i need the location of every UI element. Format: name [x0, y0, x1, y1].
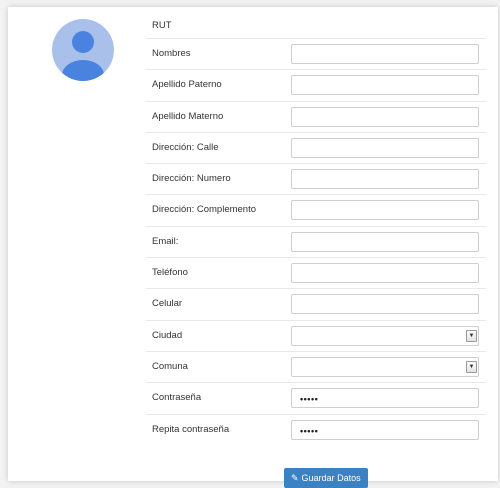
form-row-comuna: Comuna ▼ — [146, 350, 486, 382]
avatar — [52, 19, 114, 81]
select-comuna[interactable]: ▼ — [291, 356, 479, 377]
form-row-apellido-paterno: Apellido Paterno — [146, 69, 486, 100]
field-label-direccion-calle: Dirección: Calle — [152, 141, 219, 153]
form-row-contrasena: Contraseña ••••• — [146, 382, 486, 413]
field-label-email: Email: — [152, 235, 179, 247]
save-data-button[interactable]: ✎ Guardar Datos — [284, 468, 368, 488]
input-direccion-complemento[interactable] — [291, 200, 479, 221]
field-label-direccion-complemento: Dirección: Complemento — [152, 204, 257, 216]
form-row-apellido-materno: Apellido Materno — [146, 100, 486, 132]
form-row-direccion-complemento: Dirección: Complemento — [146, 194, 486, 225]
save-data-label: Guardar Datos — [301, 473, 361, 483]
chevron-down-icon[interactable]: ▼ — [466, 329, 477, 342]
form-row-celular: Celular — [146, 288, 486, 319]
input-telefono[interactable] — [291, 263, 479, 284]
user-silhouette-icon — [62, 31, 104, 81]
field-label-telefono: Teléfono — [152, 267, 188, 279]
field-label-apellido-paterno: Apellido Paterno — [152, 79, 222, 91]
chevron-down-icon[interactable]: ▼ — [466, 360, 477, 373]
field-label-celular: Celular — [152, 298, 183, 310]
input-contrasena[interactable]: ••••• — [291, 388, 479, 409]
field-label-direccion-numero: Dirección: Numero — [152, 173, 231, 185]
profile-form: RUT Nombres Apellido Paterno Apellido Mater… — [146, 14, 486, 445]
field-label-rut: RUT — [152, 20, 172, 31]
form-row-repita-contrasena: Repita contraseña ••••• — [146, 413, 486, 445]
field-label-comuna: Comuna — [152, 360, 188, 372]
form-row-direccion-numero: Dirección: Numero — [146, 163, 486, 194]
input-repita-contrasena[interactable]: ••••• — [291, 419, 479, 440]
field-label-nombres: Nombres — [152, 48, 191, 59]
form-row-email: Email: — [146, 225, 486, 257]
form-row-rut: RUT — [146, 14, 486, 38]
field-label-apellido-materno: Apellido Materno — [152, 110, 224, 122]
edit-icon: ✎ — [291, 473, 299, 483]
input-direccion-numero[interactable] — [291, 169, 479, 190]
field-label-contrasena: Contraseña — [152, 392, 202, 404]
form-row-ciudad: Ciudad ▼ — [146, 319, 486, 351]
field-label-repita-contrasena: Repita contraseña — [152, 423, 230, 435]
field-label-ciudad: Ciudad — [152, 329, 183, 341]
input-apellido-materno[interactable] — [291, 106, 479, 127]
input-celular[interactable] — [291, 294, 479, 315]
select-ciudad[interactable]: ▼ — [291, 325, 479, 346]
form-row-nombres: Nombres — [146, 38, 486, 69]
form-row-direccion-calle: Dirección: Calle — [146, 131, 486, 163]
form-row-telefono: Teléfono — [146, 257, 486, 288]
input-email[interactable] — [291, 231, 479, 252]
profile-panel: RUT Nombres Apellido Paterno Apellido Mater… — [8, 7, 498, 488]
input-apellido-paterno[interactable] — [291, 75, 479, 96]
input-direccion-calle[interactable] — [291, 137, 479, 158]
input-nombres[interactable] — [291, 44, 479, 64]
